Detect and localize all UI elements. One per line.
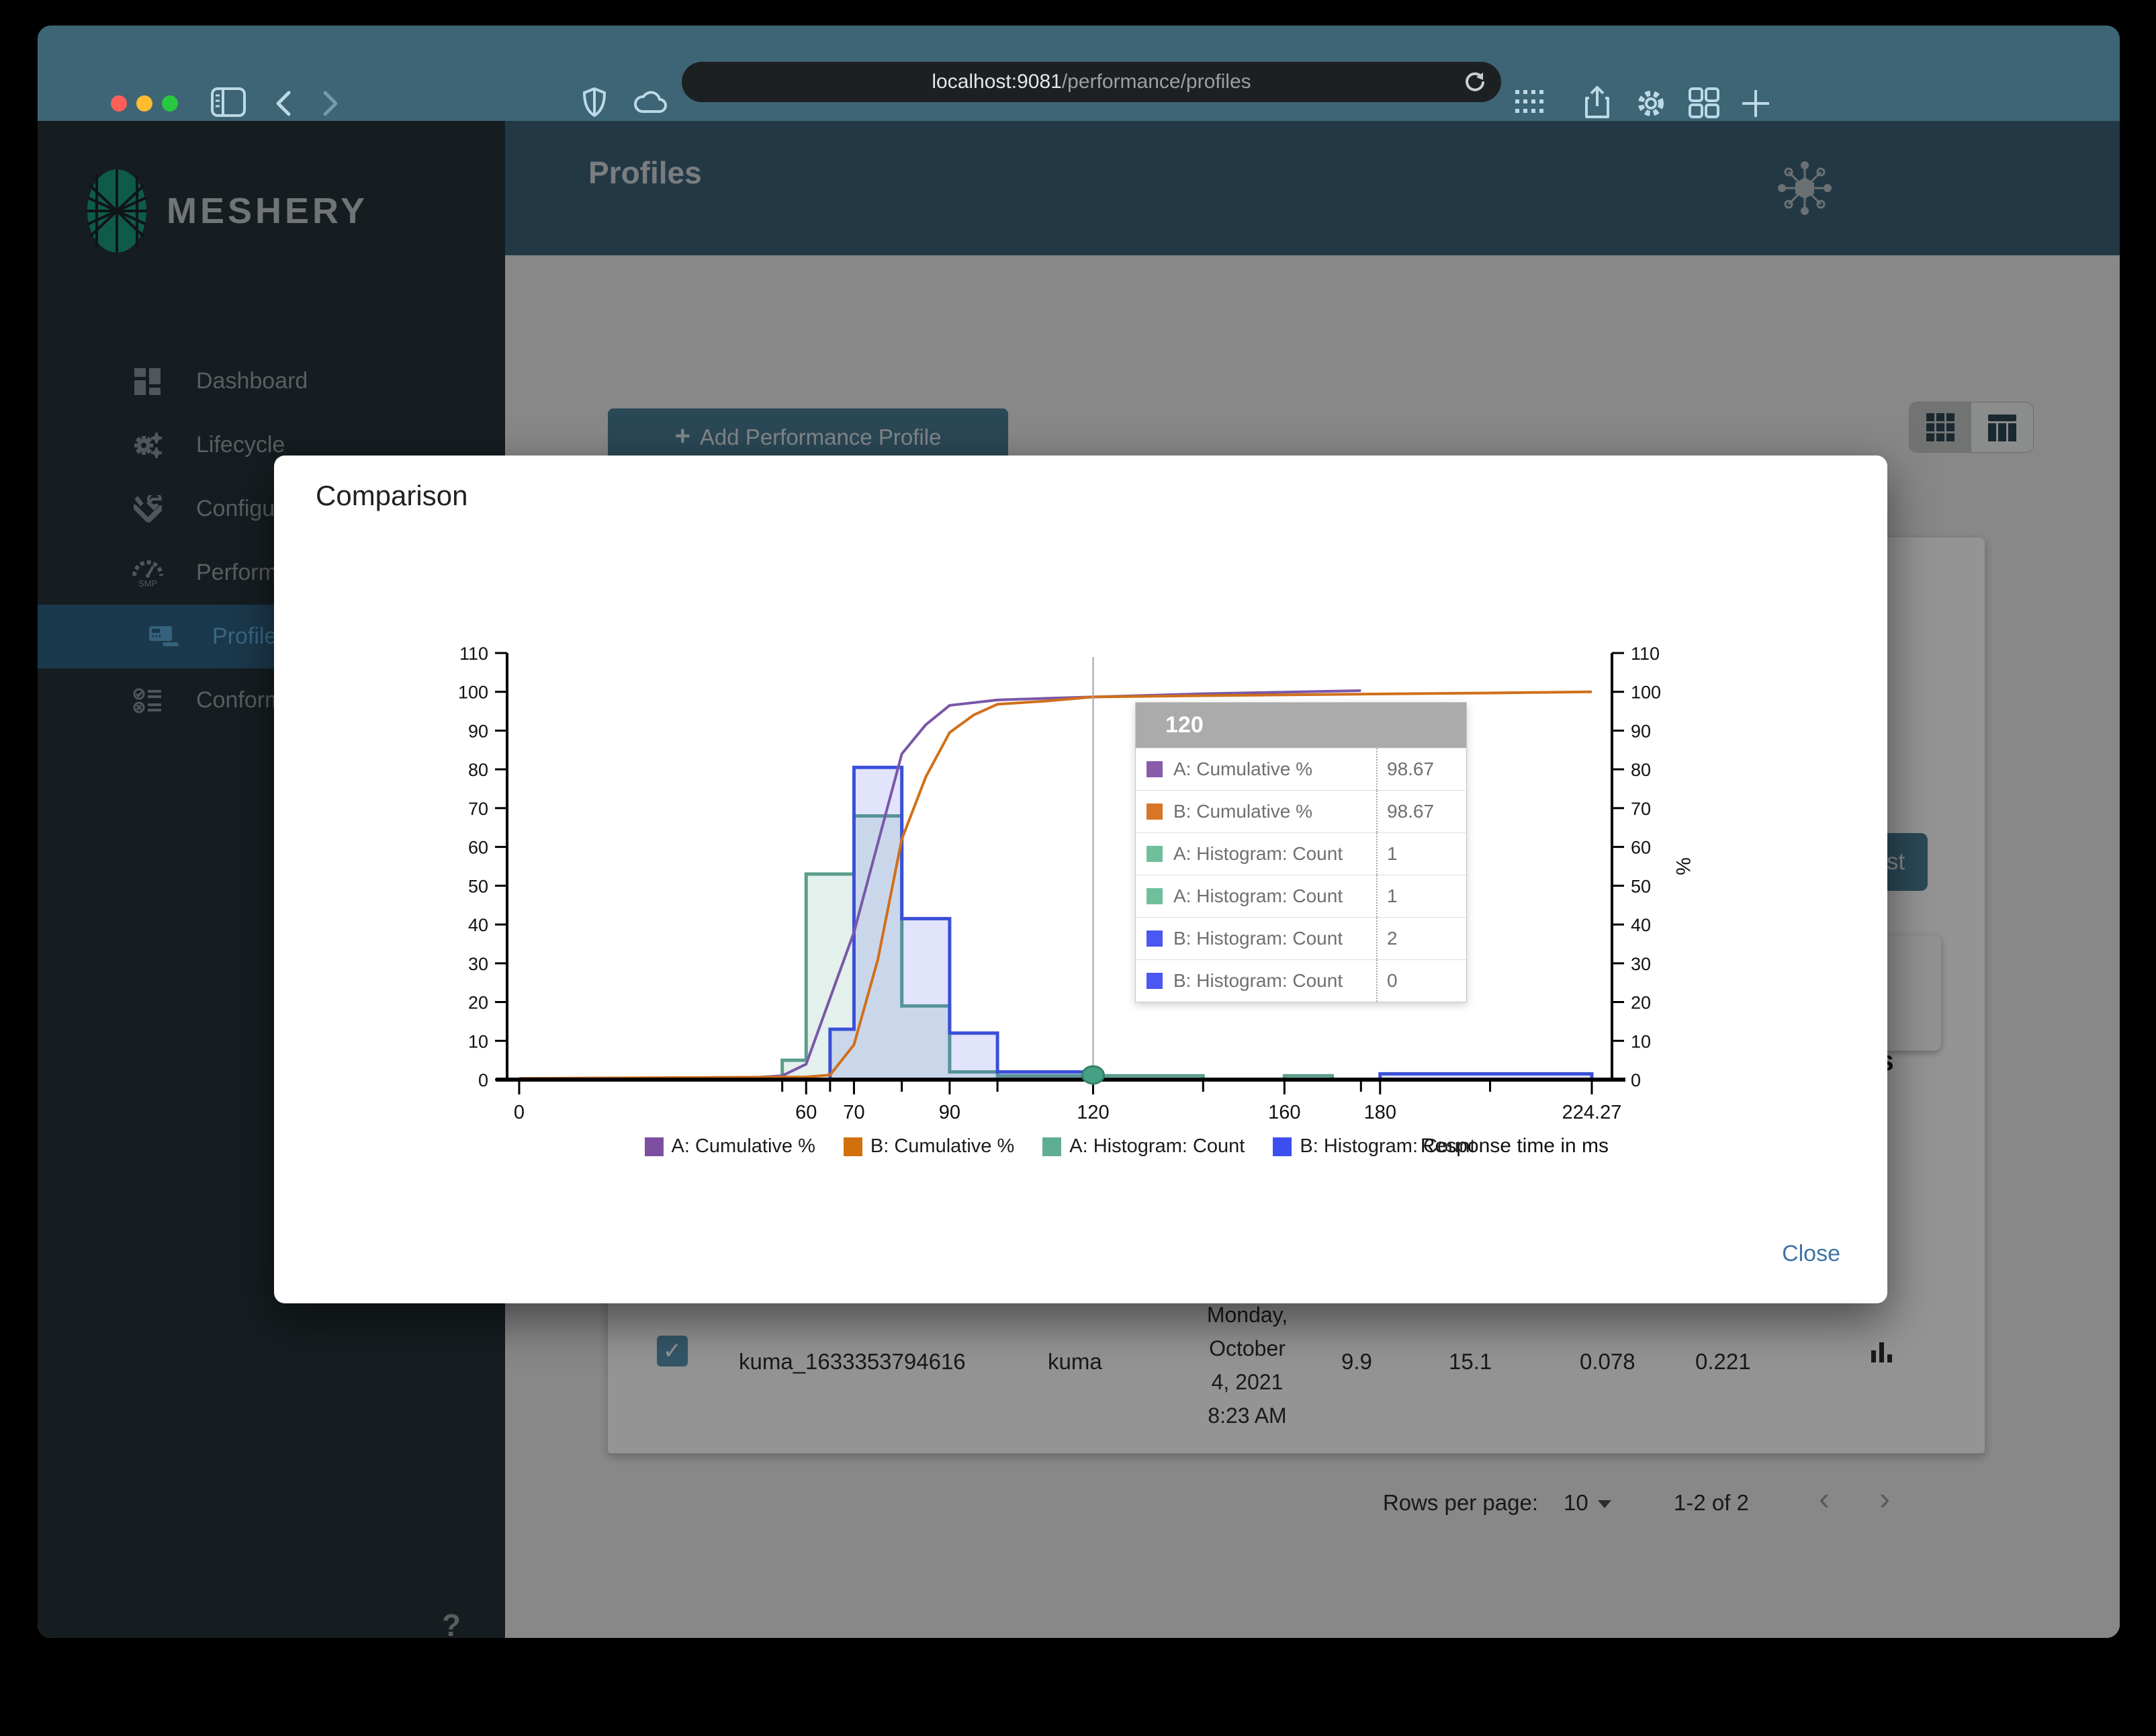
browser-settings-gear-icon[interactable] — [1635, 87, 1667, 120]
url-host: localhost:9081 — [932, 71, 1062, 93]
tooltip-label: B: Histogram: Count — [1173, 928, 1343, 949]
chart-tick-label: 224.27 — [1562, 1102, 1622, 1123]
share-icon[interactable] — [1584, 85, 1611, 120]
tab-overview-icon[interactable] — [1689, 87, 1719, 118]
tooltip-row: B: Histogram: Count 2 — [1136, 917, 1466, 959]
legend-swatch-icon — [644, 1137, 664, 1156]
tooltip-row: A: Cumulative % 98.67 — [1136, 748, 1466, 790]
tooltip-value: 98.67 — [1376, 791, 1466, 832]
chart-tick-label: 180 — [1364, 1102, 1396, 1123]
legend-item[interactable]: B: Cumulative % — [843, 1135, 1015, 1158]
chart-tick-label: 0 — [478, 1070, 488, 1090]
chart-tick-label: 0 — [1631, 1070, 1641, 1090]
tooltip-swatch-icon — [1147, 930, 1163, 947]
chart-tick-label: 0 — [514, 1102, 525, 1123]
chart-tick-label: 10 — [468, 1031, 488, 1051]
chart-tick-label: 80 — [468, 760, 488, 780]
chart-tick-label: 110 — [1631, 644, 1660, 664]
legend-item[interactable]: B: Histogram: Count — [1273, 1135, 1475, 1158]
chart-tick-label: 90 — [1631, 721, 1651, 741]
tooltip-label: A: Histogram: Count — [1173, 843, 1343, 864]
tooltip-value: 1 — [1376, 833, 1466, 875]
chart-tick-label: 100 — [458, 683, 488, 703]
chart-tick-label: 70 — [843, 1102, 864, 1123]
chart-tick-label: % — [1672, 857, 1694, 875]
tooltip-swatch-icon — [1147, 761, 1163, 777]
legend-item[interactable]: A: Histogram: Count — [1042, 1135, 1245, 1158]
chart-tick-label: 90 — [939, 1102, 960, 1123]
zoom-window-button[interactable] — [162, 95, 178, 112]
chart-tick-label: 80 — [1631, 760, 1651, 780]
close-button[interactable]: Close — [1778, 1240, 1844, 1268]
icloud-icon[interactable] — [633, 90, 668, 114]
comparison-chart[interactable]: 0 010 1020 2030 3040 4050 5060 6070 7080 8090 9010… — [274, 455, 1887, 1303]
tooltip-row: A: Histogram: Count 1 — [1136, 832, 1466, 875]
tooltip-row: A: Histogram: Count 1 — [1136, 875, 1466, 917]
chart-tick-label: 40 — [1631, 915, 1651, 935]
tooltip-row: B: Cumulative % 98.67 — [1136, 790, 1466, 832]
chart-tick-label: 60 — [468, 838, 488, 858]
legend-swatch-icon — [1042, 1137, 1062, 1156]
tooltip-label: A: Histogram: Count — [1173, 885, 1343, 906]
tooltip-swatch-icon — [1147, 888, 1163, 904]
legend-label: B: Histogram: Count — [1300, 1135, 1476, 1157]
tooltip-swatch-icon — [1147, 846, 1163, 862]
tooltip-row: B: Histogram: Count 0 — [1136, 959, 1466, 1002]
tooltip-swatch-icon — [1147, 804, 1163, 820]
minimize-window-button[interactable] — [136, 95, 152, 112]
tooltip-value: 98.67 — [1376, 748, 1466, 790]
privacy-shield-icon[interactable] — [583, 87, 606, 117]
chart-tick-label: 90 — [468, 721, 488, 741]
legend-swatch-icon — [1273, 1137, 1292, 1156]
chart-tick-label: 70 — [1631, 799, 1651, 819]
chart-tick-label: 10 — [1631, 1031, 1651, 1051]
tooltip-label: B: Cumulative % — [1173, 801, 1312, 822]
toggle-sidebar-icon[interactable] — [211, 87, 246, 117]
chart-tick-label: 160 — [1268, 1102, 1300, 1123]
url-path: /performance/profiles — [1061, 71, 1251, 93]
chart-tick-label: 30 — [468, 954, 488, 974]
chart-legend: A: Cumulative % B: Cumulative % A: Histogr… — [496, 1135, 1624, 1158]
tooltip-value: 1 — [1376, 875, 1466, 917]
grid-dots-icon[interactable] — [1515, 90, 1550, 117]
chart-tooltip: 120 A: Cumulative % 98.67 B: Cumulative % 9… — [1135, 702, 1467, 1002]
tooltip-value: 2 — [1376, 918, 1466, 959]
browser-window: localhost:9081/performance/profiles MESH… — [38, 26, 2120, 1638]
legend-label: A: Cumulative % — [671, 1135, 815, 1157]
chart-tick-label: 50 — [1631, 876, 1651, 896]
address-bar[interactable]: localhost:9081/performance/profiles — [682, 62, 1501, 102]
reload-icon[interactable] — [1464, 71, 1486, 94]
tooltip-value: 0 — [1376, 960, 1466, 1002]
chart-tick-label: 110 — [459, 644, 488, 664]
tooltip-label: A: Cumulative % — [1173, 758, 1312, 779]
chart-tick-label: 30 — [1631, 954, 1651, 974]
chart-tick-label: 70 — [468, 799, 488, 819]
new-tab-plus-icon[interactable] — [1741, 89, 1770, 118]
close-window-button[interactable] — [111, 95, 127, 112]
histogram-series-B — [828, 765, 1095, 1082]
chart-tick-label: 60 — [795, 1102, 817, 1123]
legend-swatch-icon — [843, 1137, 862, 1156]
chart-tick-label: 100 — [1631, 683, 1661, 703]
legend-label: B: Cumulative % — [870, 1135, 1015, 1157]
browser-chrome: localhost:9081/performance/profiles — [38, 26, 2120, 121]
legend-label: A: Histogram: Count — [1069, 1135, 1245, 1157]
forward-icon[interactable] — [321, 90, 340, 117]
tooltip-header: 120 — [1136, 703, 1466, 748]
comparison-modal: Comparison 0 0 10 10 20 20 30 30 40 40 50 50 60 60 70 7… — [274, 455, 1887, 1303]
chart-tick-label: 20 — [468, 993, 488, 1013]
back-icon[interactable] — [274, 90, 293, 117]
chart-tick-label: 60 — [1631, 838, 1651, 858]
chart-tick-label: 120 — [1077, 1102, 1109, 1123]
tooltip-swatch-icon — [1147, 973, 1163, 989]
chart-tick-label: 40 — [468, 915, 488, 935]
tooltip-label: B: Histogram: Count — [1173, 970, 1343, 991]
legend-item[interactable]: A: Cumulative % — [644, 1135, 815, 1158]
chart-tick-label: 20 — [1631, 993, 1651, 1013]
hover-point — [1081, 1065, 1106, 1085]
chart-tick-label: 50 — [468, 876, 488, 896]
